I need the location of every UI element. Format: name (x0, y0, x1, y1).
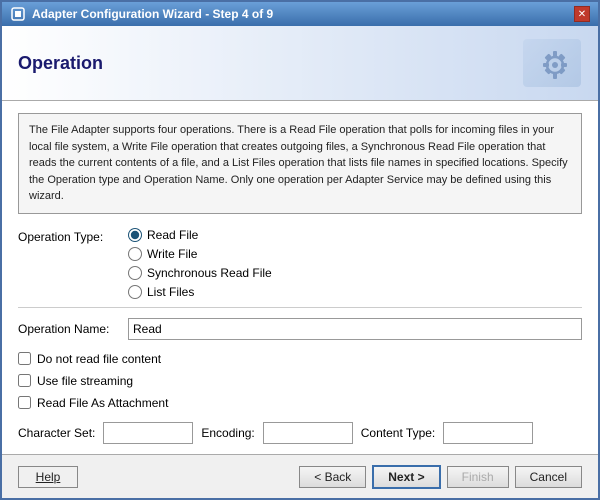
checkbox-no-read-content-input[interactable] (18, 352, 31, 365)
cancel-button[interactable]: Cancel (515, 466, 582, 488)
wizard-window: Adapter Configuration Wizard - Step 4 of… (0, 0, 600, 500)
radio-write-file-label: Write File (147, 247, 197, 261)
checkbox-no-read-content-label: Do not read file content (37, 352, 161, 366)
character-set-input[interactable] (103, 422, 193, 444)
checkbox-read-as-attachment-label: Read File As Attachment (37, 396, 168, 410)
finish-button[interactable]: Finish (447, 466, 509, 488)
radio-write-file-input[interactable] (128, 247, 142, 261)
operation-type-row: Operation Type: Read File Write File Syn… (18, 228, 582, 299)
divider-1 (18, 307, 582, 308)
header-section: Operation (2, 26, 598, 101)
char-set-row: Character Set: Encoding: Content Type: (18, 422, 582, 444)
radio-sync-read-file[interactable]: Synchronous Read File (128, 266, 272, 280)
adapter-icon (10, 6, 26, 22)
content-type-input[interactable] (443, 422, 533, 444)
checkbox-file-streaming[interactable]: Use file streaming (18, 374, 582, 388)
radio-list-files[interactable]: List Files (128, 285, 272, 299)
radio-sync-read-file-input[interactable] (128, 266, 142, 280)
close-button[interactable]: ✕ (574, 6, 590, 22)
operation-name-input[interactable] (128, 318, 582, 340)
footer-left: Help (18, 466, 78, 488)
next-button[interactable]: Next > (372, 465, 440, 489)
operation-type-label: Operation Type: (18, 228, 128, 244)
content-type-label: Content Type: (361, 426, 436, 440)
description-text: The File Adapter supports four operation… (29, 124, 568, 202)
title-bar-text: Adapter Configuration Wizard - Step 4 of… (32, 7, 273, 21)
encoding-label: Encoding: (201, 426, 254, 440)
checkbox-no-read-content[interactable]: Do not read file content (18, 352, 582, 366)
operation-name-label: Operation Name: (18, 322, 128, 336)
description-box: The File Adapter supports four operation… (18, 113, 582, 214)
radio-sync-read-file-label: Synchronous Read File (147, 266, 272, 280)
operation-name-row: Operation Name: (18, 318, 582, 340)
radio-write-file[interactable]: Write File (128, 247, 272, 261)
back-button[interactable]: < Back (299, 466, 366, 488)
footer: Help < Back Next > Finish Cancel (2, 454, 598, 498)
gear-icon (522, 38, 582, 88)
checkbox-read-as-attachment-input[interactable] (18, 396, 31, 409)
radio-list-files-input[interactable] (128, 285, 142, 299)
radio-read-file[interactable]: Read File (128, 228, 272, 242)
content-area: The File Adapter supports four operation… (2, 101, 598, 454)
footer-right: < Back Next > Finish Cancel (299, 465, 582, 489)
title-bar: Adapter Configuration Wizard - Step 4 of… (2, 2, 598, 26)
checkbox-read-as-attachment[interactable]: Read File As Attachment (18, 396, 582, 410)
operation-type-radio-group: Read File Write File Synchronous Read Fi… (128, 228, 272, 299)
encoding-input[interactable] (263, 422, 353, 444)
help-button[interactable]: Help (18, 466, 78, 488)
checkbox-file-streaming-input[interactable] (18, 374, 31, 387)
radio-list-files-label: List Files (147, 285, 194, 299)
title-bar-left: Adapter Configuration Wizard - Step 4 of… (10, 6, 273, 22)
radio-read-file-input[interactable] (128, 228, 142, 242)
page-title: Operation (18, 53, 103, 74)
character-set-label: Character Set: (18, 426, 95, 440)
radio-read-file-label: Read File (147, 228, 198, 242)
checkbox-file-streaming-label: Use file streaming (37, 374, 133, 388)
